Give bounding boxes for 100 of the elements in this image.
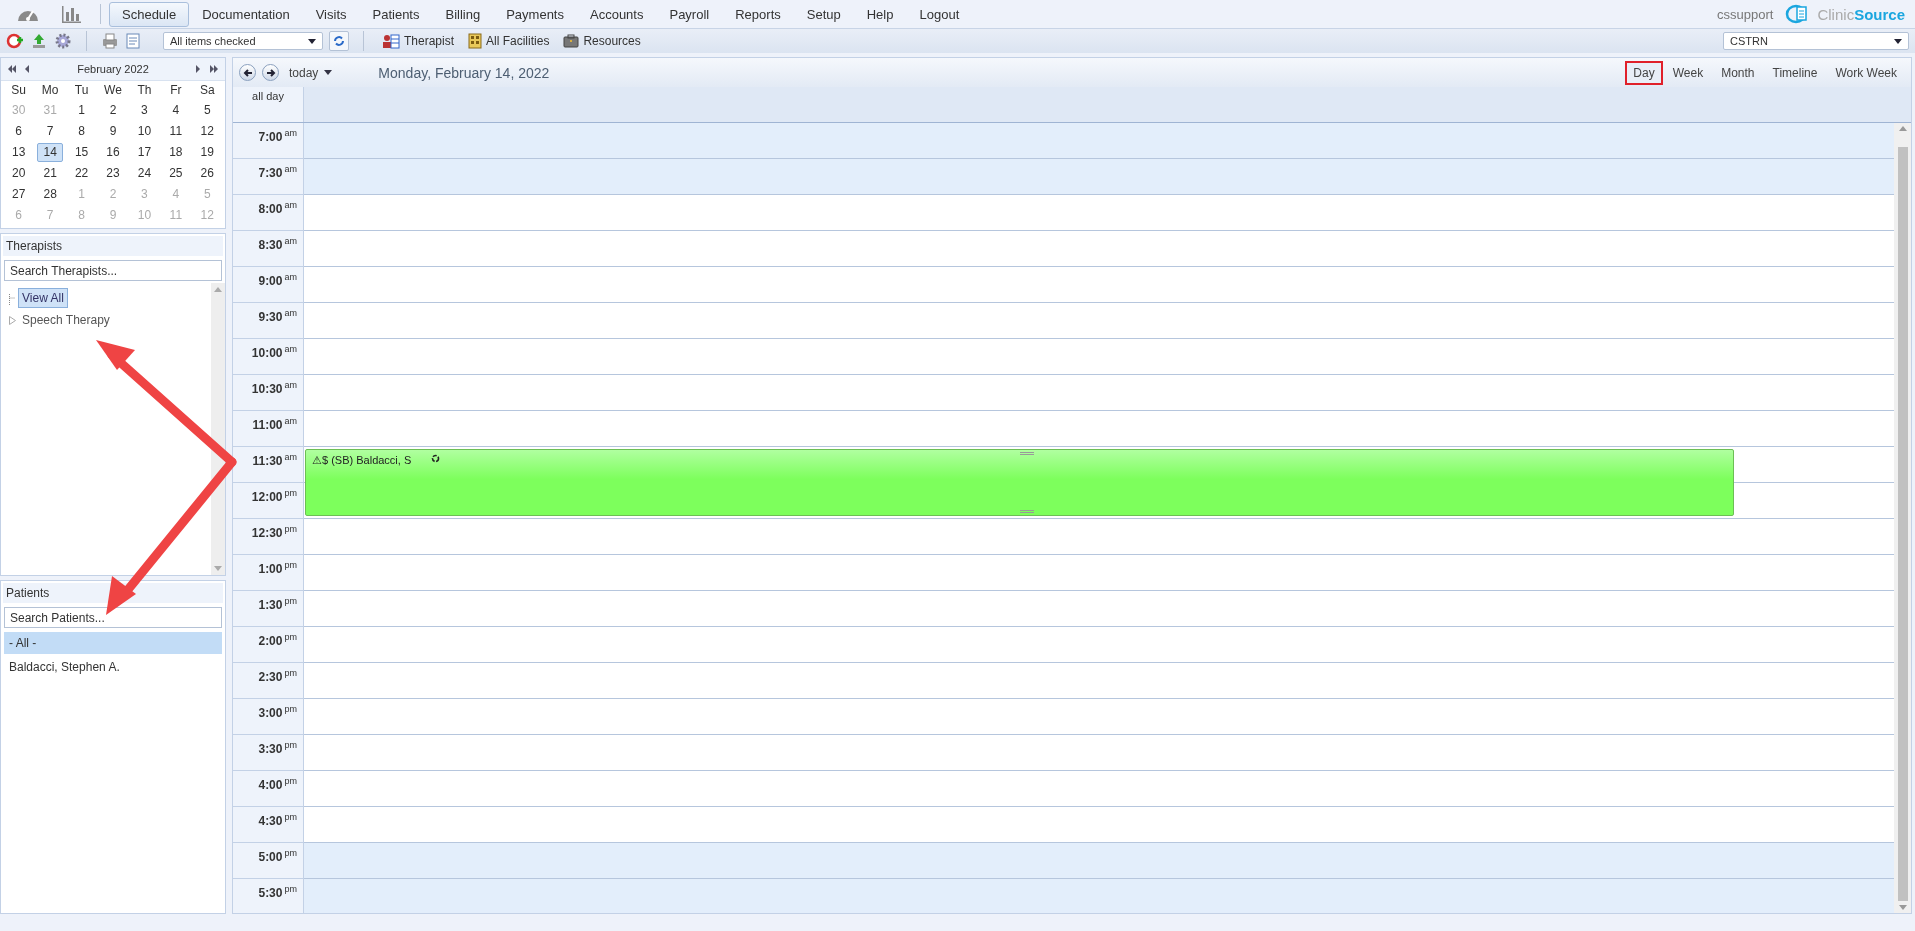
settings-icon[interactable] [54,32,72,50]
caret-icon[interactable] [324,70,333,75]
time-label: 5:30 $^{pm}$ [257,883,298,900]
all-day-cell[interactable] [304,87,1911,122]
calendar-day[interactable]: 28 [37,185,63,204]
nav-tab[interactable]: Accounts [577,1,657,27]
scroll-down-icon[interactable] [1898,905,1907,910]
time-label: 11:30 $^{am}$ [251,451,298,468]
expand-icon[interactable] [9,315,16,325]
scrollbar-thumb[interactable] [1897,147,1908,901]
calendar-day[interactable]: 4 [163,101,189,120]
weekday-label: Th [136,82,153,99]
nav-tab[interactable]: Payments [493,1,577,27]
time-label: 8:00 $^{am}$ [257,199,298,216]
calendar-day[interactable]: 3 [131,101,158,120]
calendar-day[interactable]: 24 [131,164,158,183]
nav-tab[interactable]: Schedule [109,1,190,27]
calendar-day[interactable]: 14 [37,143,63,162]
location-dropdown[interactable]: CSTRN [1723,32,1909,50]
calendar-day[interactable]: 23 [100,164,126,183]
right-arrow-icon[interactable] [265,68,276,77]
time-slot[interactable]: ⚠$ (SB) Baldacci, S [304,447,1894,519]
calendar-day[interactable]: 11 [163,122,189,141]
calendar-day[interactable]: 21 [37,164,63,183]
calendar-day[interactable]: 6 [6,122,32,141]
calendar-day[interactable]: 13 [6,143,32,162]
calendar-day[interactable]: 27 [6,185,32,204]
calendar-day[interactable]: 16 [100,143,126,162]
calendar-day[interactable]: 19 [194,143,220,162]
scroll-up-icon[interactable] [1898,126,1907,131]
nav-tab[interactable]: Setup [793,1,854,27]
patient-item[interactable]: - All - [4,632,222,654]
download-icon[interactable] [30,32,48,50]
time-label: 4:00 $^{pm}$ [257,775,298,792]
caret-icon[interactable] [1894,38,1902,44]
nav-tab[interactable]: Help [853,1,907,27]
calendar-day[interactable]: 17 [131,143,158,162]
tree-item[interactable]: View All [18,288,68,308]
time-label: 5:00 $^{pm}$ [257,847,298,864]
filter-dropdown[interactable]: All items checked [163,32,323,50]
toolbar-link[interactable]: Therapist [404,34,455,48]
time-label: 7:30 $^{am}$ [257,163,298,180]
nav-tab[interactable]: Payroll [656,1,723,27]
panel-title: Patients [3,583,223,603]
scroll-up-icon[interactable] [214,287,222,292]
time-label: 2:00 $^{pm}$ [257,631,298,648]
view-tab[interactable]: Work Week [1827,60,1905,85]
calendar-day[interactable]: 18 [163,143,189,162]
next-month-icon[interactable] [196,65,201,73]
scrollbar[interactable] [211,283,225,575]
search-field[interactable]: Search Patients... [4,607,222,628]
calendar-day[interactable]: 1 [68,101,95,120]
toolbar-link[interactable]: All Facilities [486,34,550,48]
search-field[interactable]: Search Therapists... [4,260,222,281]
calendar-day[interactable]: 9 [100,122,126,141]
left-arrow-icon[interactable] [242,68,253,77]
calendar-day[interactable]: 10 [131,122,158,141]
nav-tab[interactable]: Visits [302,1,360,27]
bar-chart-icon[interactable] [60,4,82,24]
patient-item[interactable]: Baldacci, Stephen A. [4,656,222,678]
add-appointment-icon[interactable] [6,32,24,50]
calendar-day[interactable]: 5 [194,101,220,120]
nav-tab[interactable]: Billing [432,1,494,27]
document-icon[interactable] [125,32,141,50]
view-tab[interactable]: Week [1664,60,1712,85]
calendar-day[interactable]: 22 [68,164,95,183]
appointment-block[interactable]: ⚠$ (SB) Baldacci, S [305,449,1734,516]
previous-button[interactable] [239,64,256,81]
calendar-day[interactable]: 8 [68,122,95,141]
tree-item[interactable]: Speech Therapy [18,310,114,330]
nav-tab[interactable]: Documentation [189,1,303,27]
view-tab[interactable]: Day [1625,60,1663,85]
calendar-day[interactable]: 26 [194,164,220,183]
calendar-day[interactable]: 7 [37,122,63,141]
scroll-down-icon[interactable] [214,566,222,571]
caret-icon[interactable] [308,38,316,44]
calendar-day[interactable]: 15 [68,143,95,162]
calendar-day[interactable]: 20 [6,164,32,183]
weekday-label: Sa [198,82,216,99]
calendar-day[interactable]: 12 [194,122,220,141]
print-icon[interactable] [101,32,119,50]
view-tab[interactable]: Timeline [1764,60,1826,85]
weekday-label: Mo [40,82,60,99]
scrollbar[interactable] [1894,123,1911,913]
next-button[interactable] [262,64,279,81]
next-year-icon[interactable] [209,65,219,73]
toolbar-link[interactable]: Resources [583,34,641,48]
nav-tab[interactable]: Patients [359,1,433,27]
time-label: 1:00 $^{pm}$ [257,559,298,576]
time-label: 12:30 $^{pm}$ [250,523,298,540]
calendar-day[interactable]: 2 [100,101,126,120]
nav-tab[interactable]: Reports [722,1,794,27]
nav-tab[interactable]: Logout [906,1,973,27]
previous-month-icon[interactable] [25,65,30,73]
previous-year-icon[interactable] [7,65,17,73]
calendar-day[interactable]: 25 [163,164,189,183]
time-label: 10:00 $^{am}$ [250,343,298,360]
time-label: 1:30 $^{pm}$ [257,595,298,612]
view-tab[interactable]: Month [1713,60,1763,85]
today-button[interactable]: today [289,65,319,80]
